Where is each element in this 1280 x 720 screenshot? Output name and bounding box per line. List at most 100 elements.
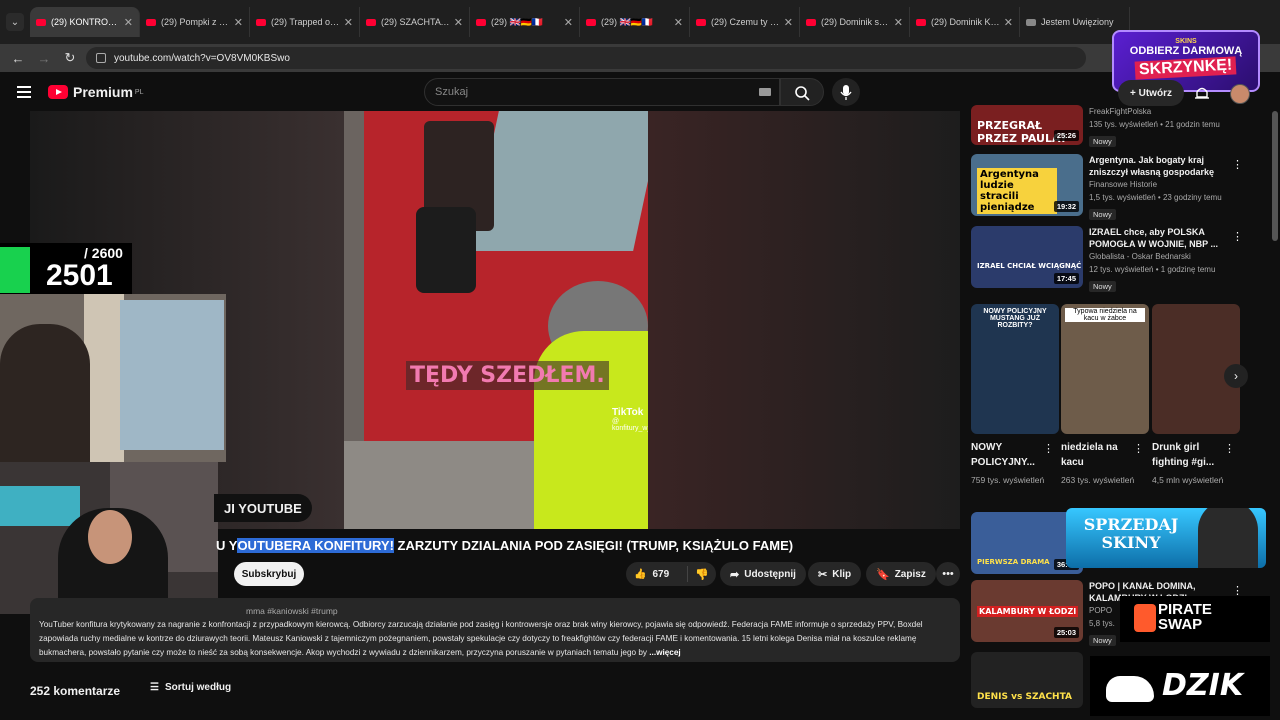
keyboard-icon[interactable] xyxy=(759,88,771,96)
short-title[interactable]: NOWY POLICYJNY... xyxy=(971,440,1045,470)
short-title[interactable]: niedziela na kacu xyxy=(1061,440,1135,470)
search-button[interactable] xyxy=(780,78,824,106)
webcam-feed-1 xyxy=(0,294,226,462)
region-code: PL xyxy=(134,88,144,96)
browser-tab[interactable]: (29) Dominik Kons ✕ xyxy=(910,7,1020,37)
more-options-icon[interactable]: ⋮ xyxy=(1224,442,1235,455)
close-tab-icon[interactable]: ✕ xyxy=(784,16,793,29)
subscribe-button[interactable]: Subskrybuj xyxy=(234,562,304,586)
close-tab-icon[interactable]: ✕ xyxy=(1004,16,1013,29)
short-thumbnail[interactable]: Typowa niedziela na kacu w żabce xyxy=(1061,304,1149,434)
channel-name[interactable]: FreakFightPolska xyxy=(1089,105,1239,118)
more-options-icon[interactable]: ⋮ xyxy=(1232,230,1243,243)
title-prefix: U Y xyxy=(216,538,238,553)
short-caption: Typowa niedziela na kacu w żabce xyxy=(1065,308,1145,322)
video-title[interactable]: IZRAEL chce, aby POLSKA POMOGŁA W WOJNIE… xyxy=(1089,226,1239,250)
search-icon xyxy=(795,86,810,101)
short-views: 4,5 mln wyświetleń xyxy=(1152,475,1224,485)
hamburger-menu-icon[interactable] xyxy=(17,86,31,98)
dislike-button[interactable]: 👎 xyxy=(688,568,716,581)
like-button[interactable]: 👍 679 xyxy=(626,566,688,582)
aquarium xyxy=(0,486,80,526)
notifications-bell-icon[interactable] xyxy=(1194,84,1210,102)
browser-tab[interactable]: (29) Czemu ty mó ✕ xyxy=(690,7,800,37)
back-arrow-icon[interactable]: ← xyxy=(8,51,28,66)
tab-title: (29) Czemu ty mó xyxy=(711,17,780,27)
description-box[interactable]: mma #kaniowski #trump YouTuber konfitura… xyxy=(30,598,960,662)
description-tags[interactable]: mma #kaniowski #trump xyxy=(246,604,338,618)
browser-tab-strip: ⌄ (29) KONTROWER ✕ (29) Pompki z drz ✕ (29… xyxy=(0,0,1280,44)
search-input[interactable]: Szukaj xyxy=(424,78,780,106)
url-field[interactable]: youtube.com/watch?v=OV8VM0KBSwo xyxy=(86,47,1086,69)
show-more-link[interactable]: ...więcej xyxy=(649,648,680,657)
close-tab-icon[interactable]: ✕ xyxy=(344,16,353,29)
site-info-icon[interactable] xyxy=(96,53,106,63)
short-item[interactable]: Drunk girl fighting #gi... 4,5 mln wyświ… xyxy=(1152,304,1240,486)
browser-tab[interactable]: (29) KONTROWER ✕ xyxy=(30,7,140,37)
more-options-icon[interactable]: ⋮ xyxy=(1232,158,1243,171)
reload-icon[interactable]: ↻ xyxy=(60,50,80,66)
browser-tab[interactable]: (29) 🇬🇧🇩🇪🇫🇷 ✕ xyxy=(580,7,690,37)
account-avatar[interactable] xyxy=(1230,84,1250,104)
browser-tab[interactable]: (29) 🇬🇧🇩🇪🇫🇷 ✕ xyxy=(470,7,580,37)
related-video[interactable]: Argentyna ludzie stracili pieniądze 19:3… xyxy=(970,154,1270,220)
close-tab-icon[interactable]: ✕ xyxy=(894,16,903,29)
more-actions-button[interactable]: ••• xyxy=(936,562,960,586)
channel-name[interactable]: Globalista - Oskar Bednarski xyxy=(1089,250,1239,263)
close-tab-icon[interactable]: ✕ xyxy=(564,16,573,29)
short-item[interactable]: NOWY POLICYJNY MUSTANG JUŻ ROZBITY? NOWY… xyxy=(971,304,1059,486)
promo-brand: SKINS xyxy=(1175,38,1197,45)
browser-tab[interactable]: (29) Pompki z drz ✕ xyxy=(140,7,250,37)
share-button[interactable]: ➦ Udostępnij xyxy=(720,562,806,586)
video-thumbnail[interactable]: PRZEGRAŁ PRZEZ PAULA? 25:26 xyxy=(971,105,1083,145)
clip-label: Klip xyxy=(832,568,852,580)
new-badge: Nowy xyxy=(1089,209,1116,220)
close-tab-icon[interactable]: ✕ xyxy=(674,16,683,29)
browser-tab[interactable]: (29) Dominik staw ✕ xyxy=(800,7,910,37)
browser-tab[interactable]: (29) SZACHTA MC ✕ xyxy=(360,7,470,37)
close-tab-icon[interactable]: ✕ xyxy=(234,16,243,29)
close-tab-icon[interactable]: ✕ xyxy=(454,16,463,29)
video-thumbnail[interactable]: DENIS vs SZACHTA xyxy=(971,652,1083,708)
close-tab-icon[interactable]: ✕ xyxy=(124,16,133,29)
sort-comments-button[interactable]: ☰ Sortuj według xyxy=(150,682,231,693)
pirate-swap-ad: PIRATE SWAP xyxy=(1120,596,1270,642)
video-frame: TĘDY SZEDŁEM. TikTok@ konfitury_w_akcji xyxy=(344,111,648,529)
title-rest: ZARZUTY DZIALANIA POD ZASIĘGI! (TRUMP, K… xyxy=(393,538,794,553)
video-thumbnail[interactable]: IZRAEL CHCIAŁ WCIĄGNĄĆ 17:45 xyxy=(971,226,1083,288)
forward-arrow-icon[interactable]: → xyxy=(34,51,54,66)
short-item[interactable]: Typowa niedziela na kacu w żabce niedzie… xyxy=(1061,304,1149,486)
promo-line-1: ODBIERZ DARMOWĄ xyxy=(1129,45,1243,57)
save-button[interactable]: 🔖 Zapisz xyxy=(866,562,936,586)
short-title[interactable]: Drunk girl fighting #gi... xyxy=(1152,440,1226,470)
goal-counter: / 2600 2501 xyxy=(0,243,132,297)
video-thumbnail[interactable]: KALAMBURY W ŁODZI 25:03 xyxy=(971,580,1083,642)
video-title[interactable]: Argentyna. Jak bogaty kraj zniszczył wła… xyxy=(1089,154,1239,178)
more-options-icon[interactable]: ⋮ xyxy=(1133,442,1144,455)
channel-name[interactable]: Finansowe Historie xyxy=(1089,178,1239,191)
youtube-logo[interactable]: Premium PL xyxy=(48,84,143,100)
more-options-icon[interactable]: ⋮ xyxy=(1043,442,1054,455)
browser-tab[interactable]: (29) Trapped on E ✕ xyxy=(250,7,360,37)
youtube-favicon-icon xyxy=(916,18,926,26)
dzik-ad: DZIK xyxy=(1090,656,1270,716)
related-video[interactable]: IZRAEL CHCIAŁ WCIĄGNĄĆ 17:45 IZRAEL chce… xyxy=(970,226,1270,292)
shorts-next-button[interactable]: › xyxy=(1224,364,1248,388)
video-thumbnail[interactable]: Argentyna ludzie stracili pieniądze 19:3… xyxy=(971,154,1083,216)
windshield xyxy=(469,111,648,251)
tab-title: (29) 🇬🇧🇩🇪🇫🇷 xyxy=(491,16,544,27)
sidebar-scrollbar[interactable] xyxy=(1272,111,1278,241)
voice-search-button[interactable] xyxy=(832,78,860,106)
youtube-header: Premium PL Szukaj xyxy=(0,72,1112,112)
clip-button[interactable]: ✂ Klip xyxy=(808,562,862,586)
create-button[interactable]: + Utwórz xyxy=(1118,80,1184,106)
tab-search-menu[interactable]: ⌄ xyxy=(6,13,24,31)
video-chip: JI YOUTUBE xyxy=(214,494,312,522)
boar-logo-icon xyxy=(1106,676,1154,702)
sell-skins-text: SPRZEDAJ SKINY xyxy=(1083,515,1179,552)
create-label: + Utwórz xyxy=(1130,87,1172,99)
comment-count: 252 komentarze xyxy=(30,684,121,698)
short-thumbnail[interactable]: NOWY POLICYJNY MUSTANG JUŻ ROZBITY? xyxy=(971,304,1059,434)
new-badge: Nowy xyxy=(1089,635,1116,646)
share-label: Udostępnij xyxy=(744,568,796,580)
